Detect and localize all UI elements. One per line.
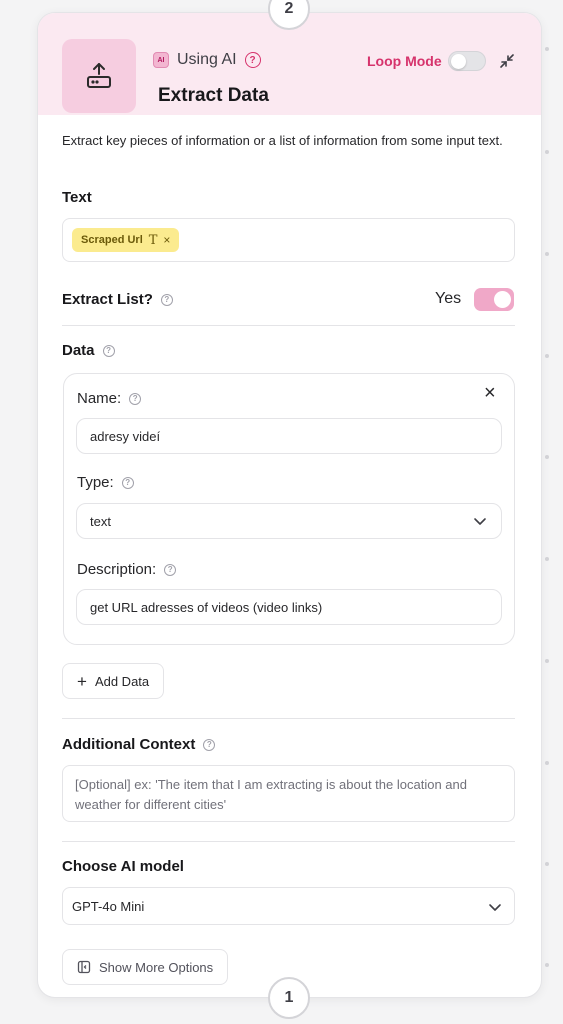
additional-context-input[interactable]: [Optional] ex: 'The item that I am extra…: [62, 765, 515, 822]
help-icon[interactable]: ?: [244, 52, 261, 68]
help-icon[interactable]: ?: [102, 344, 115, 357]
name-field[interactable]: adresy videí: [76, 418, 502, 454]
upload-tray-icon: [62, 39, 136, 113]
additional-context-label: Additional Context?: [62, 736, 216, 753]
extract-data-node: AI Using AI ? Extract Data Loop Mode Ext…: [37, 12, 542, 998]
node-title: Extract Data: [158, 85, 269, 106]
description-field[interactable]: get URL adresses of videos (video links): [76, 589, 502, 625]
text-label: Text: [62, 189, 92, 206]
add-data-button[interactable]: + Add Data: [62, 663, 165, 699]
text-input[interactable]: Scraped Url T ×: [62, 218, 515, 262]
divider: [62, 325, 515, 326]
type-select[interactable]: text: [76, 503, 502, 539]
description-label: Description:?: [77, 561, 177, 578]
loop-mode-label: Loop Mode: [367, 53, 442, 69]
step-number-bottom[interactable]: 1: [268, 977, 310, 1019]
ai-model-select[interactable]: GPT-4o Mini: [62, 887, 515, 925]
help-icon[interactable]: ?: [160, 293, 173, 306]
data-label: Data?: [62, 342, 115, 359]
collapse-arrows-icon[interactable]: [497, 51, 517, 71]
divider: [62, 718, 515, 719]
help-icon[interactable]: ?: [203, 738, 216, 751]
panel-icon: [77, 960, 91, 974]
chevron-down-icon: [489, 904, 501, 911]
extract-list-toggle[interactable]: [474, 288, 514, 311]
loop-mode-toggle[interactable]: [448, 51, 486, 71]
name-label: Name:?: [77, 390, 142, 407]
ai-badge-icon: AI: [153, 52, 169, 68]
help-icon[interactable]: ?: [121, 476, 134, 489]
remove-data-item-icon[interactable]: ×: [484, 382, 496, 405]
data-item-card: × Name:? adresy videí Type:? text Descri…: [63, 373, 515, 645]
canvas-dots: [545, 0, 551, 1024]
text-type-icon: T: [148, 232, 158, 248]
scraped-url-chip[interactable]: Scraped Url T ×: [72, 228, 180, 252]
node-description: Extract key pieces of information or a l…: [62, 133, 503, 148]
plus-icon: +: [77, 671, 87, 691]
using-ai-row: AI Using AI ?: [153, 51, 261, 69]
ai-model-label: Choose AI model: [62, 858, 184, 875]
extract-list-value: Yes: [435, 290, 462, 307]
help-icon[interactable]: ?: [164, 563, 177, 576]
chip-remove-icon[interactable]: ×: [163, 233, 170, 247]
chip-label: Scraped Url: [81, 234, 143, 246]
help-icon[interactable]: ?: [129, 392, 142, 405]
type-label: Type:?: [77, 474, 134, 491]
divider: [62, 841, 515, 842]
using-ai-label: Using AI: [177, 51, 237, 68]
show-more-options-button[interactable]: Show More Options: [62, 949, 229, 985]
chevron-down-icon: [474, 518, 486, 525]
extract-list-label: Extract List??: [62, 291, 173, 308]
